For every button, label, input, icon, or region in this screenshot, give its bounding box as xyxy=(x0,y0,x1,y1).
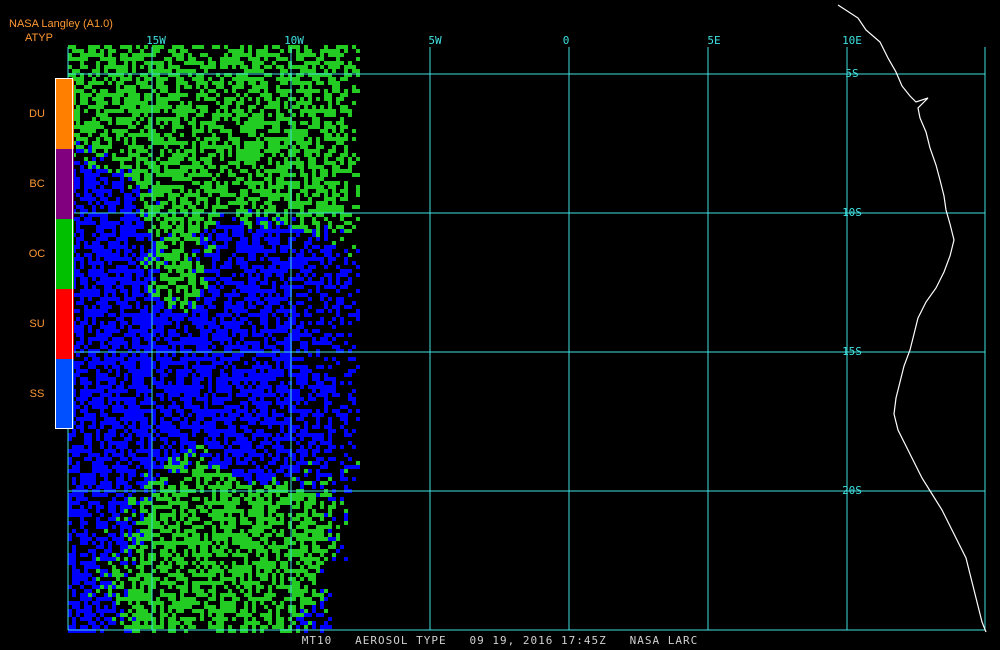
lon-label-15w: 15W xyxy=(146,34,166,47)
legend-swatch-du xyxy=(55,79,74,149)
footer-source: NASA LARC xyxy=(629,634,699,647)
header-title: NASA Langley (A1.0) xyxy=(9,18,113,30)
lon-label-5w: 5W xyxy=(428,34,442,47)
legend-label-bc: BC xyxy=(29,178,45,190)
legend-label-oc: OC xyxy=(28,248,46,260)
lon-label-0: 0 xyxy=(563,34,570,47)
lon-label-5e: 5E xyxy=(707,34,720,47)
lat-label-5s: 5S xyxy=(845,67,858,80)
map-footer: MT10 AEROSOL TYPE 09 19, 2016 17:45Z NAS… xyxy=(0,634,1000,647)
footer-satellite: MT10 xyxy=(301,634,333,647)
legend-label-su: SU xyxy=(29,318,45,330)
lat-label-15s: 15S xyxy=(842,345,862,358)
header-product: ATYP xyxy=(25,32,53,44)
footer-datetime: 09 19, 2016 17:45Z xyxy=(469,634,607,647)
african-coastline xyxy=(837,4,987,633)
lat-label-20s: 20S xyxy=(842,484,862,497)
lat-label-10s: 10S xyxy=(842,206,862,219)
legend-swatch-oc xyxy=(55,219,74,289)
map-canvas: 15W 10W 5W 0 5E 10E 5S 10S 15S 20S xyxy=(67,4,987,633)
lon-label-10w: 10W xyxy=(284,34,304,47)
legend-swatch-bc xyxy=(55,149,74,219)
legend-label-ss: SS xyxy=(29,388,45,400)
aerosol-field-layer xyxy=(68,45,360,633)
satellite-map-viewer: 15W 10W 5W 0 5E 10E 5S 10S 15S 20S NASA … xyxy=(0,0,1000,650)
legend-swatch-su xyxy=(55,289,74,359)
legend-swatch-ss xyxy=(55,359,74,429)
legend-label-du: DU xyxy=(29,108,45,120)
lon-label-10e: 10E xyxy=(842,34,862,47)
footer-product: AEROSOL TYPE xyxy=(355,634,447,647)
